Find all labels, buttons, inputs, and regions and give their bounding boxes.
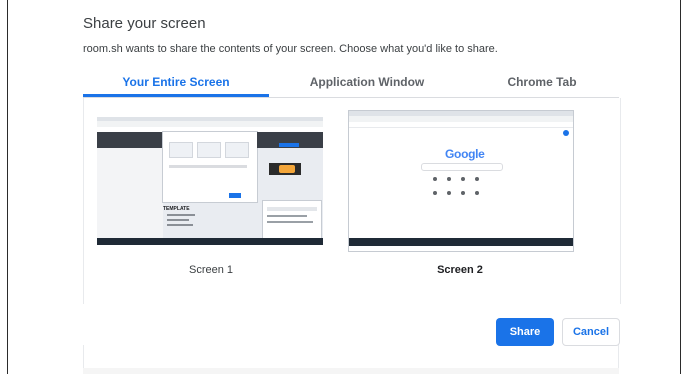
modal-card	[197, 142, 221, 158]
shortcut-tile	[447, 191, 451, 195]
profile-avatar-icon	[563, 130, 569, 136]
share-button[interactable]: Share	[496, 318, 554, 346]
template-heading: TEMPLATE	[163, 206, 190, 212]
google-logo-text: Google	[445, 147, 485, 161]
screen-2-thumbnail[interactable]: Google	[349, 111, 573, 251]
shortcut-tile	[461, 191, 465, 195]
screen-2-label[interactable]: Screen 2	[400, 264, 520, 276]
modal-card	[169, 142, 193, 158]
cancel-button[interactable]: Cancel	[562, 318, 620, 346]
bookmark-bar	[349, 122, 573, 128]
shortcut-tile	[447, 177, 451, 181]
app-sidebar	[97, 148, 163, 241]
shortcut-tile	[433, 177, 437, 181]
taskbar	[349, 238, 573, 246]
search-box	[421, 163, 503, 171]
app-header-dark	[97, 132, 163, 148]
share-tabs: Your Entire Screen Application Window Ch…	[83, 70, 619, 98]
header-button	[279, 143, 299, 147]
tab-application-window[interactable]: Application Window	[269, 70, 465, 96]
modal-card	[225, 142, 249, 158]
dialog-description: room.sh wants to share the contents of y…	[83, 43, 498, 55]
window-frame-right	[680, 0, 681, 374]
editor-toolbar	[267, 207, 317, 211]
document-line	[167, 214, 195, 216]
shortcut-tile	[475, 191, 479, 195]
screen-1-thumbnail[interactable]: TEMPLATE	[97, 117, 323, 245]
editor-line	[267, 215, 307, 217]
dialog-title: Share your screen	[83, 15, 206, 32]
document-line	[167, 219, 189, 221]
shortcut-tile	[461, 177, 465, 181]
google-logo: Google	[445, 147, 485, 161]
footer-divider	[83, 368, 619, 374]
modal-line	[169, 165, 247, 168]
editor-line	[267, 221, 313, 223]
window-frame-left	[7, 0, 8, 374]
tab-chrome-tab[interactable]: Chrome Tab	[465, 70, 619, 96]
document-line	[167, 224, 193, 226]
screen-1-label[interactable]: Screen 1	[151, 264, 271, 276]
tab-entire-screen[interactable]: Your Entire Screen	[83, 70, 269, 96]
taskbar	[97, 238, 323, 245]
preview-image-accent	[279, 165, 295, 173]
modal-button	[229, 193, 241, 198]
shortcut-tile	[433, 191, 437, 195]
shortcut-tile	[475, 177, 479, 181]
